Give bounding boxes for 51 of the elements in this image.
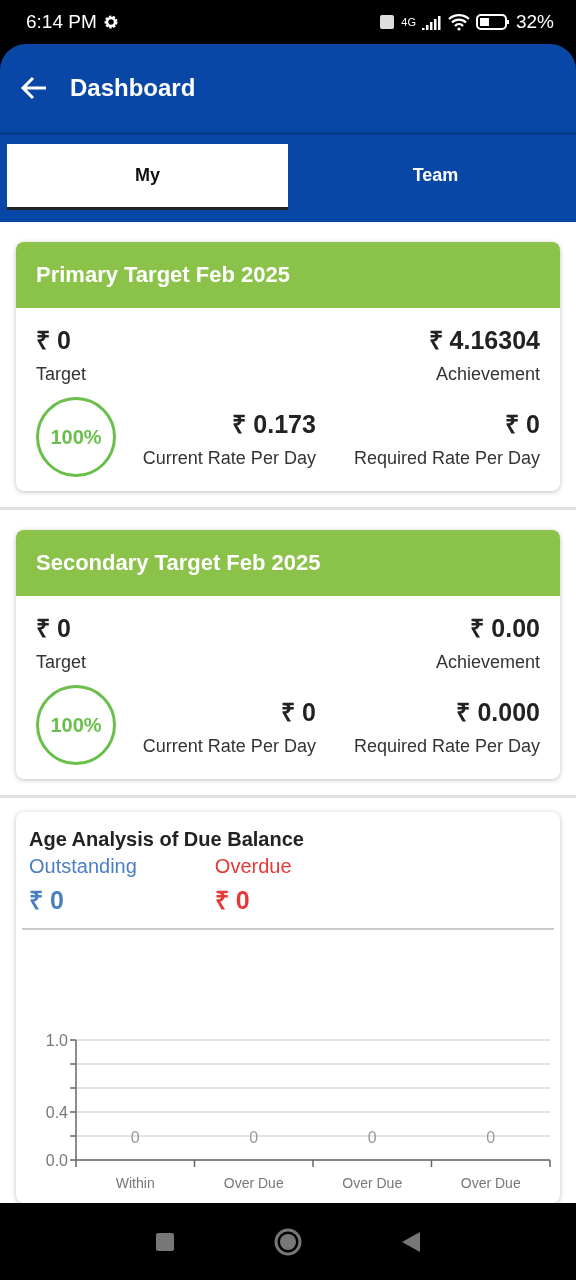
- data-label: 0: [249, 1129, 259, 1146]
- page-title: Dashboard: [70, 74, 196, 102]
- achievement-amount: ₹ 4.16304: [428, 325, 540, 356]
- home-icon[interactable]: [274, 1227, 302, 1256]
- tab[interactable]: My: [7, 144, 288, 210]
- battery-icon: [475, 13, 510, 31]
- network-type: 4G: [401, 16, 416, 28]
- y-tick-label: 1.0: [45, 1032, 68, 1049]
- rate-amount: ₹ 0: [505, 408, 540, 440]
- data-label: 0: [130, 1129, 140, 1146]
- status-time: 6:14 PM: [26, 11, 97, 33]
- achievement-label: Achievement: [435, 652, 540, 673]
- x-tick-label: Over Due: [342, 1175, 403, 1191]
- y-tick-label: 0.4: [45, 1104, 68, 1121]
- card-title: Age Analysis of Due Balance: [28, 828, 305, 851]
- balance-label: Overdue: [214, 855, 292, 878]
- percent-ring: 100%: [36, 397, 116, 477]
- rate-amount: ₹ 0: [281, 696, 316, 728]
- data-label: 0: [486, 1129, 496, 1146]
- rate-amount: ₹ 0.000: [456, 696, 540, 728]
- balance-label: Outstanding: [29, 855, 137, 878]
- target-label: Target: [36, 364, 87, 385]
- recents-icon[interactable]: [156, 1232, 174, 1251]
- balance-amount: ₹ 0: [29, 885, 64, 916]
- percent-ring: 100%: [36, 685, 116, 765]
- card-title: Primary Target Feb 2025: [16, 242, 560, 308]
- volte-icon: [379, 14, 396, 30]
- achievement-amount: ₹ 0.00: [470, 613, 540, 644]
- rate-label: Current Rate Per Day: [142, 735, 316, 757]
- x-tick-label: Over Due: [460, 1175, 521, 1191]
- battery-percent: 32%: [515, 11, 554, 33]
- rate-label: Current Rate Per Day: [142, 447, 316, 469]
- data-label: 0: [367, 1129, 377, 1146]
- back-icon[interactable]: [402, 1231, 420, 1252]
- y-tick-label: 0.0: [45, 1152, 68, 1169]
- card-title: Secondary Target Feb 2025: [16, 530, 560, 596]
- rate-label: Required Rate Per Day: [353, 447, 540, 469]
- target-amount: ₹ 0: [36, 613, 71, 644]
- gear-icon: [102, 14, 119, 30]
- balance-amount: ₹ 0: [214, 885, 250, 916]
- rate-amount: ₹ 0.173: [232, 408, 316, 440]
- back-arrow-icon[interactable]: [20, 76, 48, 100]
- target-amount: ₹ 0: [36, 325, 71, 356]
- wifi-icon: [447, 13, 470, 31]
- x-tick-label: Within: [115, 1175, 155, 1191]
- target-label: Target: [36, 652, 87, 673]
- tab[interactable]: Team: [295, 144, 576, 210]
- signal-icon: [421, 14, 442, 30]
- x-tick-label: Over Due: [223, 1175, 284, 1191]
- rate-label: Required Rate Per Day: [353, 735, 540, 757]
- achievement-label: Achievement: [435, 364, 540, 385]
